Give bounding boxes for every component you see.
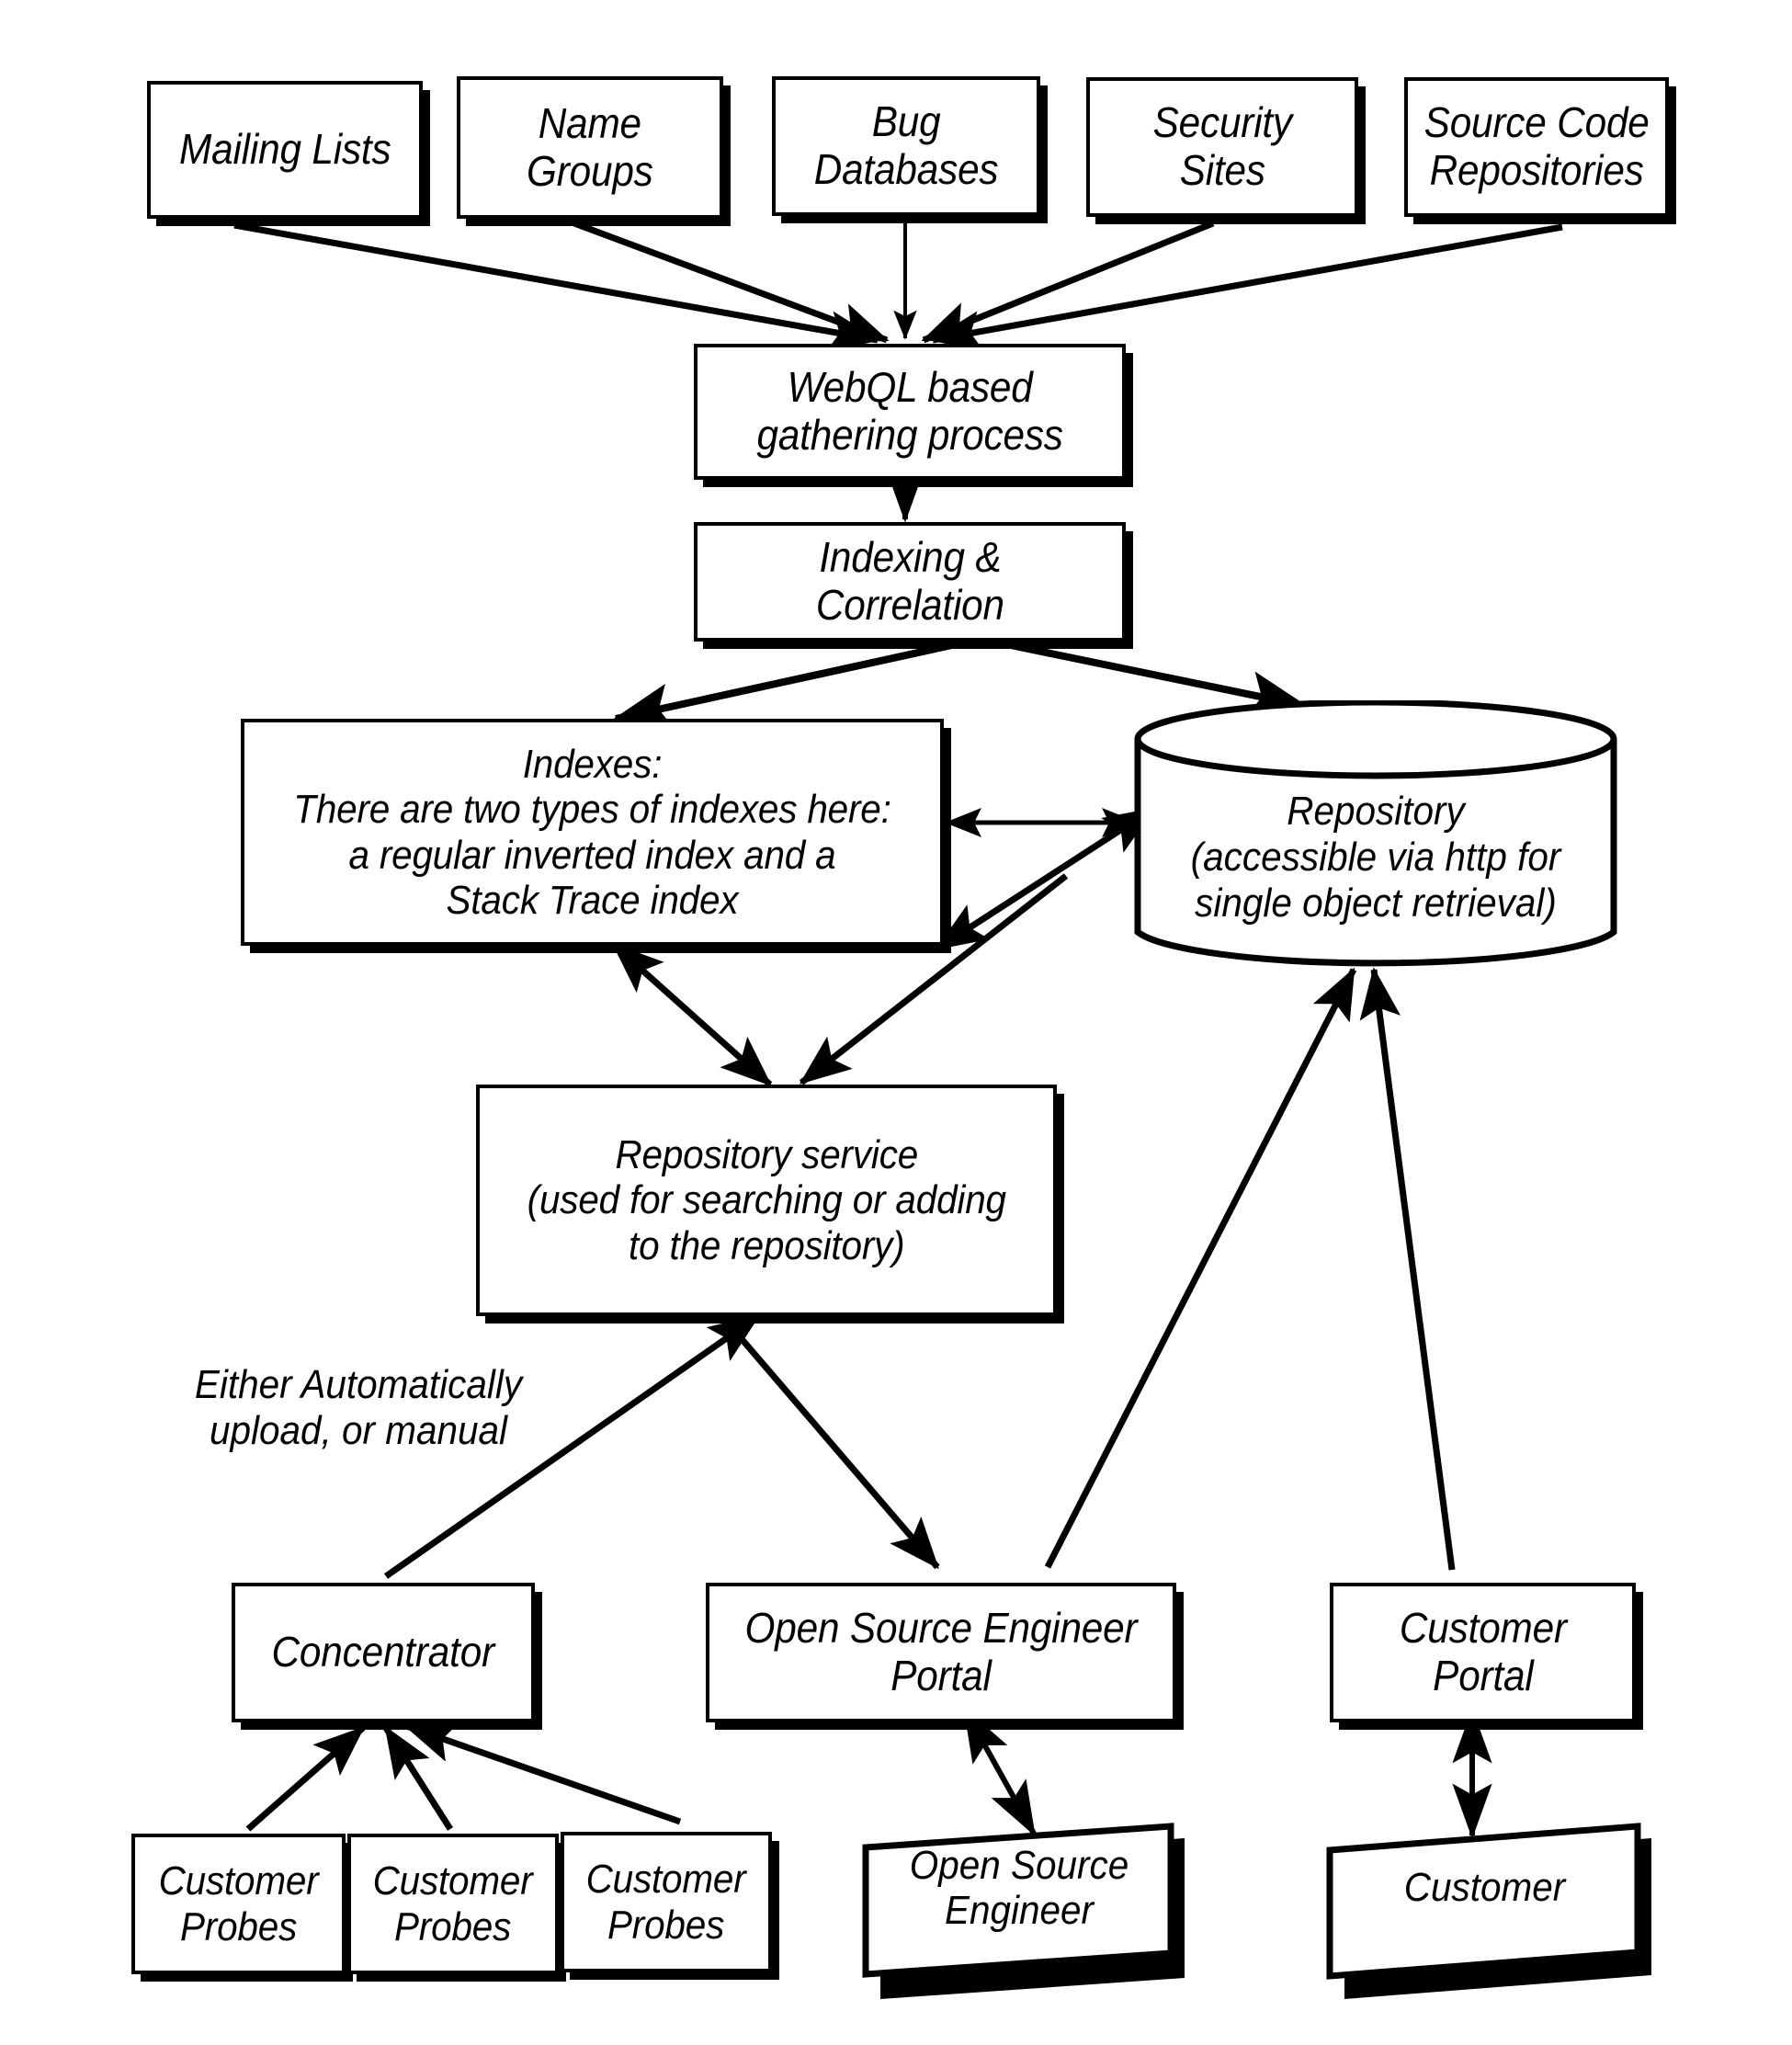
connector-layer <box>233 220 1563 1839</box>
edge-probe2-to-concentrator <box>383 1725 453 1831</box>
process-label-webql-gathering: WebQL based gathering process <box>756 363 1063 459</box>
client-box-customer-portal[interactable]: Customer Portal <box>1330 1583 1636 1722</box>
edge-indexing-to-repository <box>1001 640 1309 718</box>
source-box-source-code-repositories[interactable]: Source Code Repositories <box>1404 77 1669 217</box>
edge-indexing-to-indexes <box>612 640 961 731</box>
client-label-concentrator: Concentrator <box>271 1628 495 1676</box>
client-label-customer-portal: Customer Portal <box>1399 1604 1567 1699</box>
endpoint-box-customer-probes-2[interactable]: Customer Probes <box>347 1834 559 1974</box>
source-box-mailing-lists[interactable]: Mailing Lists <box>147 81 423 219</box>
edge-repository-repository-service-bidirectional <box>935 806 1156 951</box>
client-box-concentrator[interactable]: Concentrator <box>232 1583 535 1722</box>
service-box-repository-service[interactable]: Repository service (used for searching o… <box>476 1085 1057 1316</box>
endpoint-label-customer: Customer <box>1403 1865 1566 1911</box>
endpoint-box-open-source-engineer[interactable]: Open Source Engineer <box>862 1811 1185 1999</box>
endpoint-label-customer-probes-3: Customer Probes <box>586 1857 746 1948</box>
store-box-indexes[interactable]: Indexes: There are two types of indexes … <box>241 719 944 946</box>
endpoint-box-customer[interactable]: Customer <box>1326 1811 1651 1999</box>
client-box-open-source-engineer-portal[interactable]: Open Source Engineer Portal <box>706 1583 1176 1722</box>
endpoint-label-open-source-engineer: Open Source Engineer <box>909 1842 1129 1933</box>
process-box-webql-gathering[interactable]: WebQL based gathering process <box>694 344 1126 480</box>
source-box-name-groups[interactable]: Name Groups <box>457 76 723 219</box>
process-label-indexing-correlation: Indexing & Correlation <box>815 533 1004 629</box>
edge-source-code-to-gathering <box>930 223 1563 352</box>
edge-name-groups-to-gathering <box>573 220 890 344</box>
edge-mailing-lists-to-gathering <box>233 222 880 352</box>
edge-probe1-to-concentrator <box>245 1725 366 1832</box>
edge-indexes-repository-service-bidirectional <box>611 942 773 1087</box>
edge-customer-portal-to-repository <box>1359 967 1456 1571</box>
source-label-bug-databases: Bug Databases <box>813 97 999 193</box>
source-label-security-sites: Security Sites <box>1152 98 1292 194</box>
endpoint-label-customer-probes-1: Customer Probes <box>158 1858 319 1949</box>
source-box-security-sites[interactable]: Security Sites <box>1086 77 1358 217</box>
source-label-name-groups: Name Groups <box>527 98 653 195</box>
source-label-mailing-lists: Mailing Lists <box>178 125 391 174</box>
process-box-indexing-correlation[interactable]: Indexing & Correlation <box>694 522 1126 642</box>
endpoint-box-customer-probes-1[interactable]: Customer Probes <box>131 1834 346 1974</box>
edge-os-portal-to-repository <box>1044 967 1357 1569</box>
edge-security-sites-to-gathering <box>921 220 1215 344</box>
diagram-canvas: Mailing Lists Name Groups Bug Databases … <box>0 0 1792 2045</box>
annotation-upload-note: Either Automatically upload, or manual <box>194 1362 523 1454</box>
datastore-repository[interactable]: Repository (accessible via http for sing… <box>1132 700 1619 967</box>
service-label-repository-service: Repository service (used for searching o… <box>527 1132 1006 1268</box>
endpoint-box-customer-probes-3[interactable]: Customer Probes <box>561 1832 772 1972</box>
store-label-indexes: Indexes: There are two types of indexes … <box>293 741 891 923</box>
source-label-source-code-repositories: Source Code Repositories <box>1423 98 1650 194</box>
client-label-open-source-engineer-portal: Open Source Engineer Portal <box>744 1604 1138 1699</box>
source-box-bug-databases[interactable]: Bug Databases <box>772 76 1040 216</box>
datastore-label-repository: Repository (accessible via http for sing… <box>1190 789 1561 926</box>
edge-probe3-to-concentrator <box>403 1722 682 1825</box>
edge-repository-service-to-os-portal <box>723 1318 940 1570</box>
endpoint-label-customer-probes-2: Customer Probes <box>373 1858 533 1949</box>
